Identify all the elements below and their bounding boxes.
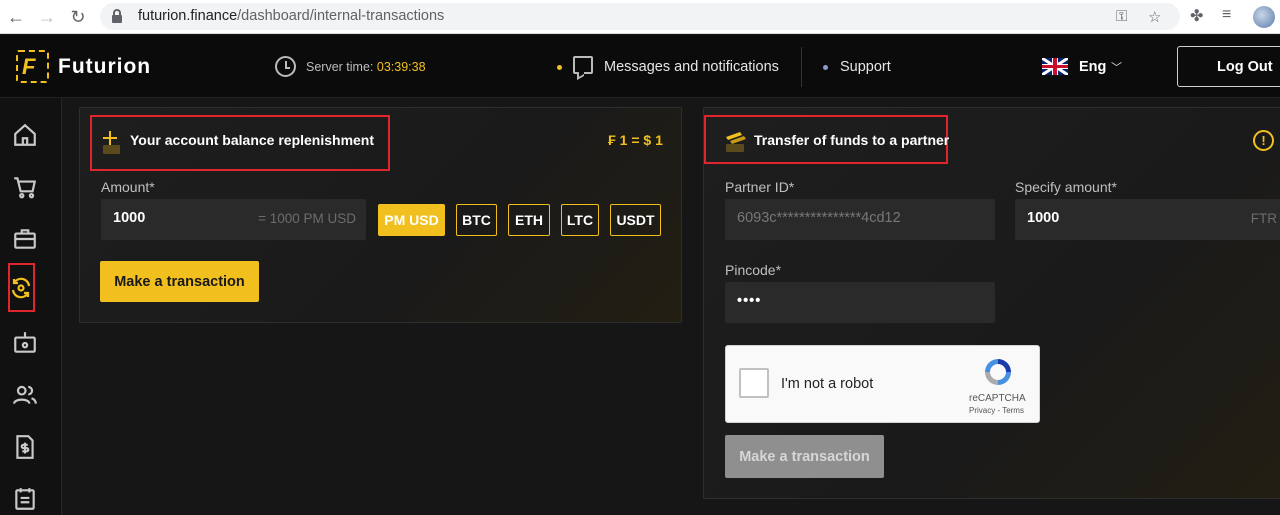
specify-amount-value: 1000	[1027, 210, 1060, 226]
wallet-icon[interactable]	[12, 330, 38, 356]
uk-flag-icon[interactable]	[1042, 58, 1068, 75]
pincode-label: Pincode*	[725, 262, 782, 278]
replenish-title: Your account balance replenishment	[130, 132, 375, 148]
amount-input[interactable]: 1000 = 1000 PM USD	[101, 199, 366, 240]
exchange-icon[interactable]	[9, 276, 33, 300]
server-time: Server time: 03:39:38	[306, 60, 426, 74]
users-icon[interactable]	[12, 382, 38, 408]
url-text: futurion.finance/dashboard/internal-tran…	[138, 8, 445, 24]
lock-icon	[112, 9, 122, 23]
star-icon[interactable]: ☆	[1148, 8, 1161, 26]
support-link[interactable]: Support	[840, 59, 891, 75]
amount-unit: FTR	[1250, 211, 1277, 226]
currency-ltc-button[interactable]: LTC	[561, 204, 599, 236]
recaptcha-links[interactable]: Privacy - Terms	[969, 406, 1024, 415]
calendar-icon[interactable]	[12, 486, 38, 512]
address-bar[interactable]: futurion.finance/dashboard/internal-tran…	[100, 3, 1180, 30]
amount-value: 1000	[113, 210, 146, 226]
currency-usdt-button[interactable]: USDT	[610, 204, 661, 236]
reading-list-icon[interactable]: ≡	[1222, 6, 1231, 24]
transfer-icon	[726, 132, 746, 152]
specify-amount-label: Specify amount*	[1015, 179, 1117, 195]
site-header: F Futurion Server time: 03:39:38 Message…	[0, 35, 1280, 98]
recaptcha-logo-icon	[985, 359, 1011, 385]
partner-id-value: 6093c***************4cd12	[737, 210, 901, 226]
recaptcha-brand: reCAPTCHA	[969, 393, 1026, 404]
messages-link[interactable]: Messages and notifications	[604, 59, 779, 75]
home-icon[interactable]	[12, 122, 38, 148]
support-dot	[823, 65, 828, 70]
recaptcha-label: I'm not a robot	[781, 376, 874, 392]
logo-text[interactable]: Futurion	[58, 55, 151, 79]
logout-button[interactable]: Log Out	[1177, 46, 1280, 87]
invoice-icon[interactable]	[12, 434, 38, 460]
header-divider	[801, 47, 802, 87]
notification-dot	[557, 65, 562, 70]
extensions-icon[interactable]: ✤	[1190, 6, 1203, 26]
transfer-panel: Transfer of funds to a partner ! Partner…	[703, 107, 1280, 499]
clock-icon	[275, 56, 296, 77]
transfer-title: Transfer of funds to a partner	[754, 132, 950, 148]
transfer-transaction-button[interactable]: Make a transaction	[725, 435, 884, 478]
logo-mark-icon[interactable]: F	[16, 50, 49, 83]
reload-icon[interactable]: ↻	[68, 7, 88, 27]
sidebar	[0, 98, 62, 515]
chevron-down-icon[interactable]: ﹀	[1111, 59, 1122, 75]
replenish-panel: Your account balance replenishment ₣ 1 =…	[79, 107, 682, 323]
language-selector[interactable]: Eng	[1079, 59, 1106, 75]
briefcase-icon[interactable]	[12, 226, 38, 252]
forward-arrow-icon[interactable]: →	[37, 7, 57, 27]
browser-toolbar: ← → ↻ futurion.finance/dashboard/interna…	[0, 0, 1280, 34]
profile-avatar[interactable]	[1253, 6, 1275, 28]
specify-amount-input[interactable]: 1000 FTR	[1015, 199, 1280, 240]
pincode-value: ••••	[737, 293, 762, 309]
currency-btc-button[interactable]: BTC	[456, 204, 497, 236]
warning-icon[interactable]: !	[1253, 130, 1274, 151]
recaptcha-widget: I'm not a robot reCAPTCHA Privacy - Term…	[725, 345, 1040, 423]
amount-label: Amount*	[101, 179, 155, 195]
back-arrow-icon[interactable]: ←	[6, 7, 26, 27]
message-icon[interactable]	[573, 56, 593, 74]
partner-id-input[interactable]: 6093c***************4cd12	[725, 199, 995, 240]
plus-icon	[103, 131, 120, 154]
pincode-input[interactable]: ••••	[725, 282, 995, 323]
recaptcha-checkbox[interactable]	[739, 368, 769, 398]
partner-id-label: Partner ID*	[725, 179, 795, 195]
exchange-rate: ₣ 1 = $ 1	[608, 132, 663, 148]
amount-converted: = 1000 PM USD	[258, 211, 356, 226]
server-time-value: 03:39:38	[376, 60, 426, 74]
currency-pm-usd-button[interactable]: PM USD	[378, 204, 445, 236]
currency-eth-button[interactable]: ETH	[508, 204, 550, 236]
make-transaction-button[interactable]: Make a transaction	[100, 261, 259, 302]
cart-icon[interactable]	[12, 174, 38, 200]
key-icon[interactable]: ⚿	[1116, 8, 1127, 25]
